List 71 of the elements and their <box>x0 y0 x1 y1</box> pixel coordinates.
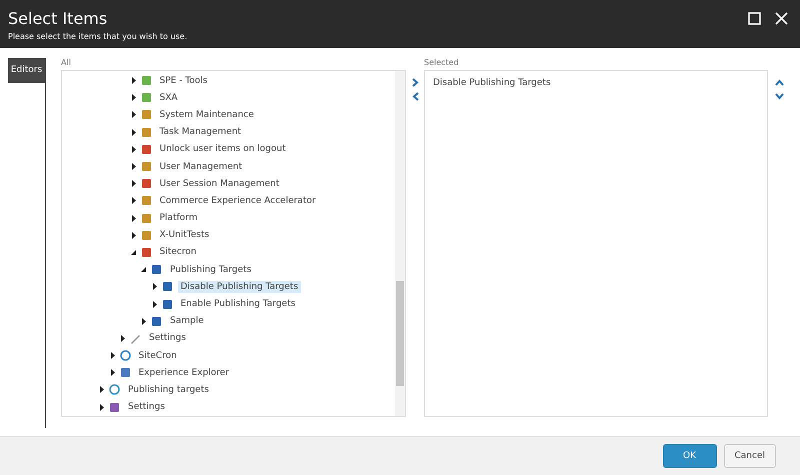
close-icon[interactable] <box>775 12 788 25</box>
tree-item[interactable]: User Management <box>156 160 246 173</box>
move-down-icon[interactable] <box>774 93 784 100</box>
tree-item[interactable]: Enable Publishing Targets <box>178 298 298 310</box>
expand-arrow-icon[interactable] <box>130 94 136 102</box>
ok-button[interactable]: OK <box>662 444 716 468</box>
collapse-arrow-icon[interactable] <box>130 248 136 256</box>
expand-arrow-icon[interactable] <box>130 163 136 170</box>
expand-arrow-icon[interactable] <box>120 334 126 342</box>
expand-arrow-icon[interactable] <box>130 111 136 118</box>
tree-item[interactable]: Unlock user items on logout <box>156 143 289 156</box>
item-icon <box>140 178 152 190</box>
expand-arrow-icon[interactable] <box>130 77 136 84</box>
tree-item[interactable]: System Maintenance <box>156 108 257 121</box>
expand-arrow-icon[interactable] <box>130 232 136 239</box>
item-icon <box>140 212 152 224</box>
item-icon <box>162 281 172 292</box>
expand-arrow-icon[interactable] <box>110 352 116 360</box>
item-icon <box>151 264 162 276</box>
item-icon <box>140 92 152 104</box>
expand-arrow-icon[interactable] <box>130 214 136 222</box>
move-up-icon[interactable] <box>774 79 784 86</box>
tree-item[interactable]: SXA <box>156 92 181 104</box>
expand-arrow-icon[interactable] <box>152 283 158 290</box>
expand-arrow-icon[interactable] <box>141 318 147 325</box>
selected-item[interactable]: Disable Publishing Targets <box>433 78 759 88</box>
expand-arrow-icon[interactable] <box>130 180 136 188</box>
tree-item[interactable]: Experience Explorer <box>136 366 232 379</box>
expand-arrow-icon[interactable] <box>130 128 136 136</box>
item-icon <box>151 316 162 327</box>
item-icon <box>140 246 152 258</box>
tree-item[interactable]: SiteCron <box>136 350 180 362</box>
expand-arrow-icon[interactable] <box>130 146 136 153</box>
tree-item[interactable]: SPE - Tools <box>156 74 210 87</box>
item-icon <box>140 230 152 241</box>
tree-item[interactable]: Publishing targets <box>125 384 212 396</box>
tree-label: All <box>61 58 72 68</box>
tree-item[interactable]: Task Management <box>156 126 244 138</box>
tree-item[interactable]: X-UnitTests <box>156 229 212 242</box>
item-icon <box>140 126 152 138</box>
scrollbar[interactable] <box>395 71 405 416</box>
item-icon <box>120 367 130 378</box>
item-icon <box>162 298 172 310</box>
cancel-button[interactable]: Cancel <box>724 444 776 468</box>
item-icon <box>140 75 152 86</box>
item-icon <box>140 109 152 120</box>
selected-label: Selected <box>424 58 460 68</box>
item-icon <box>140 195 152 206</box>
window-subtitle: Please select the items that you wish to use. <box>8 32 188 41</box>
window-title: Select Items <box>8 9 108 28</box>
scrollbar-thumb[interactable] <box>396 281 404 386</box>
expand-arrow-icon[interactable] <box>99 404 105 411</box>
tree-item[interactable]: Settings <box>146 332 189 344</box>
expand-arrow-icon[interactable] <box>99 386 105 394</box>
expand-arrow-icon[interactable] <box>152 300 158 308</box>
tree-item[interactable]: Sitecron <box>156 246 200 258</box>
tree-item[interactable]: Platform <box>156 212 200 224</box>
expand-arrow-icon[interactable] <box>110 369 116 376</box>
maximize-icon[interactable] <box>748 12 761 25</box>
tree-item[interactable]: Publishing Targets <box>167 264 254 276</box>
collapse-arrow-icon[interactable] <box>141 266 147 274</box>
item-icon <box>140 144 152 155</box>
tree-item[interactable]: User Session Management <box>156 178 282 190</box>
expand-arrow-icon[interactable] <box>130 197 136 204</box>
tree-item[interactable]: Disable Publishing Targets <box>178 280 302 293</box>
tree-item[interactable]: Commerce Experience Accelerator <box>156 194 319 207</box>
item-icon <box>109 402 120 413</box>
tree-item[interactable]: Settings <box>125 401 168 414</box>
item-icon <box>140 161 152 172</box>
editors-tab[interactable]: Editors <box>8 58 45 83</box>
tree-item[interactable]: Sample <box>167 315 207 328</box>
